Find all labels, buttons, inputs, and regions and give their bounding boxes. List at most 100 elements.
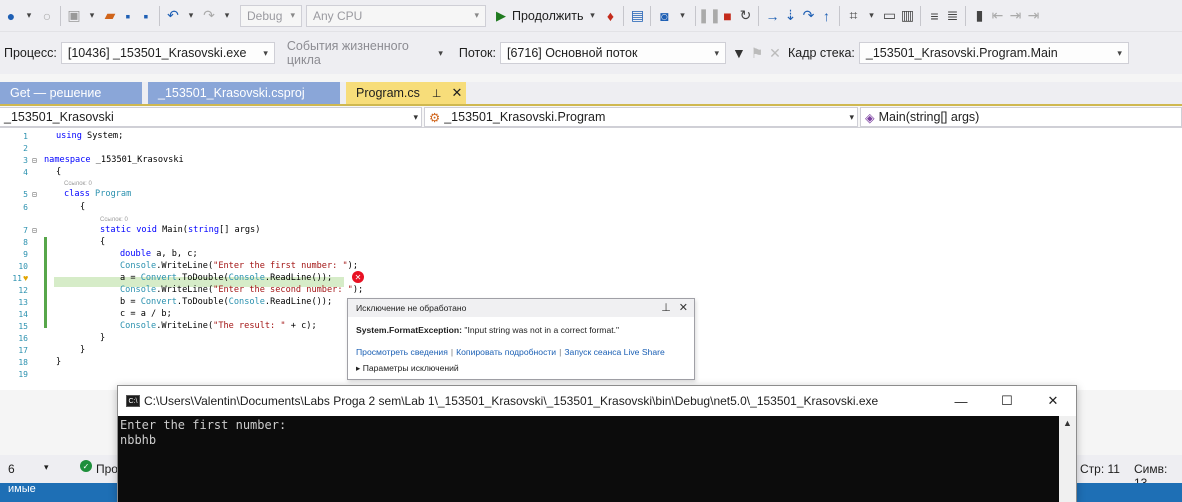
platform-select[interactable]: Any CPU ▾: [306, 4, 486, 27]
filter-icon[interactable]: ▼: [730, 43, 748, 63]
fold-icon[interactable]: ⊟: [32, 226, 37, 235]
stack-frame-select[interactable]: _153501_Krasovski.Program.Main ▾: [858, 42, 1129, 64]
step-over-icon[interactable]: ↷: [799, 6, 817, 26]
prev-bookmark-icon[interactable]: ⇤: [988, 6, 1006, 26]
code-line: Console.WriteLine("Enter the first numbe…: [120, 261, 359, 271]
stop-icon[interactable]: ■: [718, 6, 736, 26]
close-icon[interactable]: ✕: [452, 85, 463, 101]
next-bookmark-icon[interactable]: ⇥: [1006, 6, 1024, 26]
indent-icon[interactable]: ≡: [925, 6, 943, 26]
outdent-icon[interactable]: ≣: [943, 6, 961, 26]
step-out-icon[interactable]: ↑: [817, 6, 835, 26]
scroll-up-icon[interactable]: ▲: [1059, 418, 1076, 428]
redo-icon[interactable]: ↷: [200, 6, 218, 26]
undo-icon[interactable]: ↶: [164, 6, 182, 26]
flag-icon[interactable]: ⚑: [748, 43, 766, 63]
config-select[interactable]: Debug ▾: [240, 4, 302, 27]
clear-bookmarks-icon[interactable]: ⇥: [1024, 6, 1042, 26]
fold-icon[interactable]: ⊟: [32, 190, 37, 199]
thread-select[interactable]: [6716] Основной поток ▾: [499, 42, 726, 64]
document-tabs: Get — решение _153501_Krasovski.csproj P…: [0, 82, 1182, 106]
view-details-link[interactable]: Просмотреть сведения: [356, 347, 448, 357]
forward-icon[interactable]: ○: [38, 6, 56, 26]
close-button[interactable]: ✕: [1030, 386, 1076, 416]
stack-icon[interactable]: ▥: [898, 6, 916, 26]
exception-settings-toggle[interactable]: ▸ Параметры исключений: [356, 363, 459, 374]
code-line-current: a = Convert.ToDouble(Console.ReadLine())…: [120, 273, 333, 283]
line-number: 8: [23, 238, 28, 247]
console-window[interactable]: C:\ C:\Users\Valentin\Documents\Labs Pro…: [117, 385, 1077, 502]
bookmark-icon[interactable]: ▮: [970, 6, 988, 26]
tab-label: _153501_Krasovski.csproj: [158, 86, 305, 100]
line-number: 11: [12, 274, 22, 283]
zoom-value[interactable]: 6: [8, 462, 15, 476]
pin-icon[interactable]: ⊥: [432, 87, 442, 100]
pause-icon[interactable]: ❚❚: [698, 6, 721, 26]
restart-icon[interactable]: ↻: [736, 6, 754, 26]
console-icon: C:\: [126, 395, 140, 407]
continue-button[interactable]: Продолжить: [512, 9, 583, 23]
thread-value: [6716] Основной поток: [506, 46, 638, 60]
hot-reload-icon[interactable]: ♦: [601, 6, 619, 26]
dropdown-arrow-icon[interactable]: ▾: [862, 6, 880, 26]
class-icon: ⚙: [429, 110, 441, 125]
hex-display-icon[interactable]: ⌗: [844, 6, 862, 26]
tab-csproj[interactable]: _153501_Krasovski.csproj: [148, 82, 340, 104]
separator: [695, 5, 697, 26]
fold-icon[interactable]: ⊟: [32, 156, 37, 165]
class-value: _153501_Krasovski.Program: [444, 110, 606, 124]
codelens-refs[interactable]: Ссылок: 0: [100, 217, 128, 223]
change-indicator: [44, 237, 47, 328]
line-indicator[interactable]: Стр: 11: [1080, 462, 1120, 476]
console-titlebar[interactable]: C:\ C:\Users\Valentin\Documents\Labs Pro…: [118, 386, 1076, 416]
console-scrollbar[interactable]: ▲: [1059, 416, 1076, 502]
code-line: class Program: [64, 189, 132, 199]
dropdown-arrow-icon[interactable]: ▾: [20, 6, 38, 26]
line-number: 14: [18, 310, 28, 319]
open-folder-icon[interactable]: ▰: [101, 6, 119, 26]
dropdown-arrow-icon[interactable]: ▾: [182, 6, 200, 26]
save-all-icon[interactable]: ▪: [137, 6, 155, 26]
lifecycle-events-button[interactable]: События жизненного цикла ▾: [281, 39, 449, 67]
close-icon[interactable]: ✕: [679, 302, 688, 314]
class-select[interactable]: ⚙ _153501_Krasovski.Program ▾: [424, 107, 858, 127]
codelens-refs[interactable]: Ссылок: 0: [64, 181, 92, 187]
tab-program-cs[interactable]: Program.cs ⊥ ✕: [346, 82, 466, 104]
dropdown-arrow-icon[interactable]: ▾: [83, 6, 101, 26]
console-output[interactable]: Enter the first number: nbbhb: [118, 416, 1060, 502]
threads-icon[interactable]: ▭: [880, 6, 898, 26]
dropdown-arrow-icon[interactable]: ▾: [673, 6, 691, 26]
show-next-statement-icon[interactable]: →: [763, 6, 781, 26]
code-line: }: [100, 333, 106, 343]
new-file-icon[interactable]: ▣: [65, 6, 83, 26]
member-select[interactable]: ◈ Main(string[] args): [860, 107, 1182, 127]
code-line: static void Main(string[] args): [100, 225, 261, 235]
minimize-button[interactable]: —: [938, 386, 984, 416]
save-icon[interactable]: ▪: [119, 6, 137, 26]
back-icon[interactable]: ●: [2, 6, 20, 26]
project-select[interactable]: _153501_Krasovski ▾: [0, 107, 422, 127]
play-icon[interactable]: ▶: [492, 6, 510, 26]
chevron-down-icon[interactable]: ▾: [44, 462, 49, 473]
lightbulb-icon[interactable]: ♥: [23, 273, 28, 283]
screenshot-icon[interactable]: ◙: [655, 6, 673, 26]
live-share-link[interactable]: Запуск сеанса Live Share: [564, 347, 664, 357]
error-icon[interactable]: ✕: [352, 271, 364, 283]
step-into-icon[interactable]: ⇣: [781, 6, 799, 26]
collapse-stack-icon[interactable]: ✕: [766, 43, 784, 63]
copy-details-link[interactable]: Копировать подробности: [456, 347, 556, 357]
diagnostics-icon[interactable]: ▤: [628, 6, 646, 26]
maximize-button[interactable]: ☐: [984, 386, 1030, 416]
tab-solution[interactable]: Get — решение: [0, 82, 142, 104]
pin-icon[interactable]: ⊥: [661, 302, 671, 314]
issues-label[interactable]: Про: [96, 462, 118, 476]
method-icon: ◈: [865, 110, 875, 125]
chevron-down-icon: ▾: [714, 47, 719, 58]
line-number: 10: [18, 262, 28, 271]
chevron-down-icon: ▾: [263, 47, 268, 58]
dropdown-arrow-icon[interactable]: ▾: [583, 6, 601, 26]
line-number: 19: [18, 370, 28, 379]
line-number: 5: [23, 190, 28, 199]
process-select[interactable]: [10436] _153501_Krasovski.exe ▾: [60, 42, 275, 64]
dropdown-arrow-icon[interactable]: ▾: [218, 6, 236, 26]
